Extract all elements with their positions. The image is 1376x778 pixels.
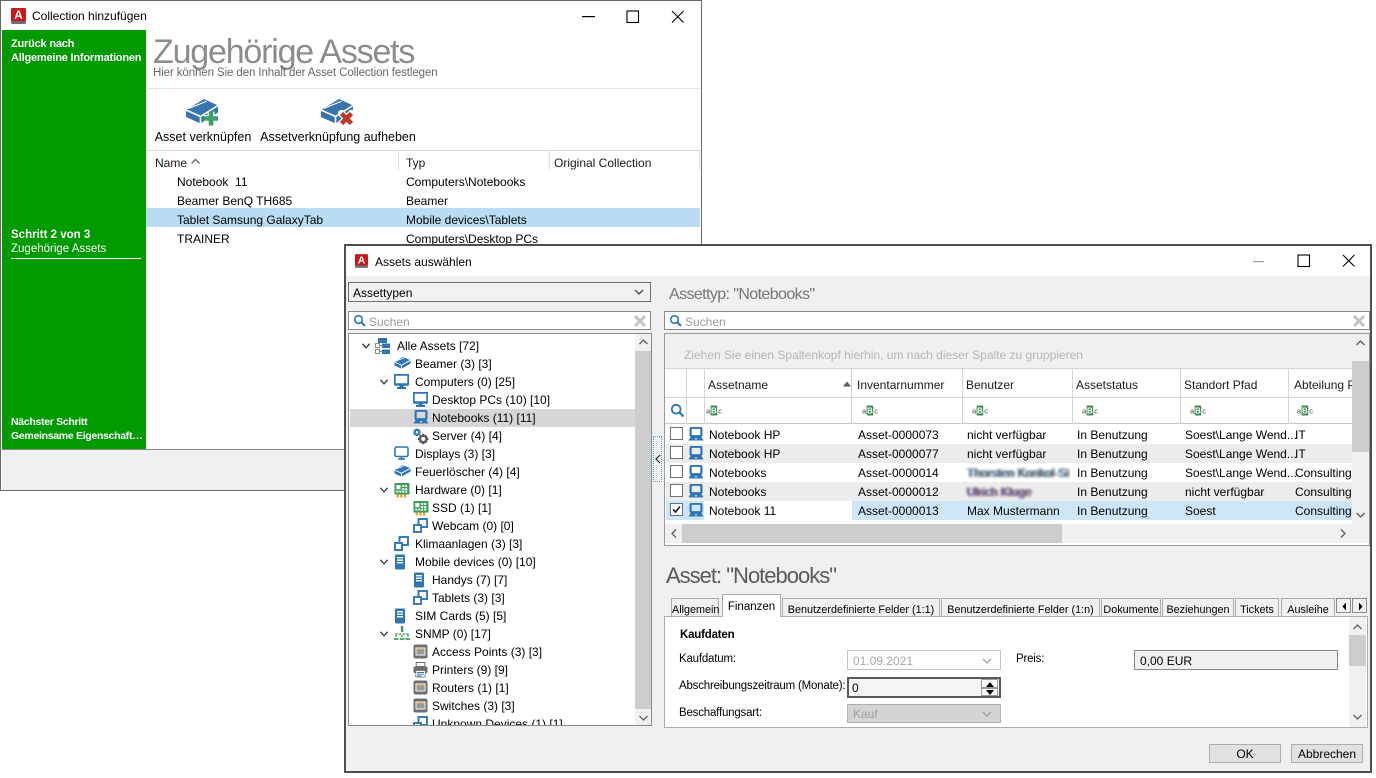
svg-text:c: c bbox=[984, 407, 988, 416]
svg-text:B: B bbox=[711, 406, 717, 415]
svg-text:A: A bbox=[358, 256, 366, 267]
svg-text:B: B bbox=[977, 406, 983, 415]
svg-text:B: B bbox=[1302, 406, 1308, 415]
svg-text:B: B bbox=[1195, 406, 1201, 415]
svg-text:B: B bbox=[1087, 406, 1093, 415]
svg-text:c: c bbox=[1202, 407, 1206, 416]
svg-text:c: c bbox=[874, 407, 878, 416]
svg-text:A: A bbox=[14, 8, 23, 22]
svg-text:c: c bbox=[718, 407, 722, 416]
svg-text:c: c bbox=[1309, 407, 1313, 416]
svg-text:c: c bbox=[1094, 407, 1098, 416]
svg-text:B: B bbox=[867, 406, 873, 415]
